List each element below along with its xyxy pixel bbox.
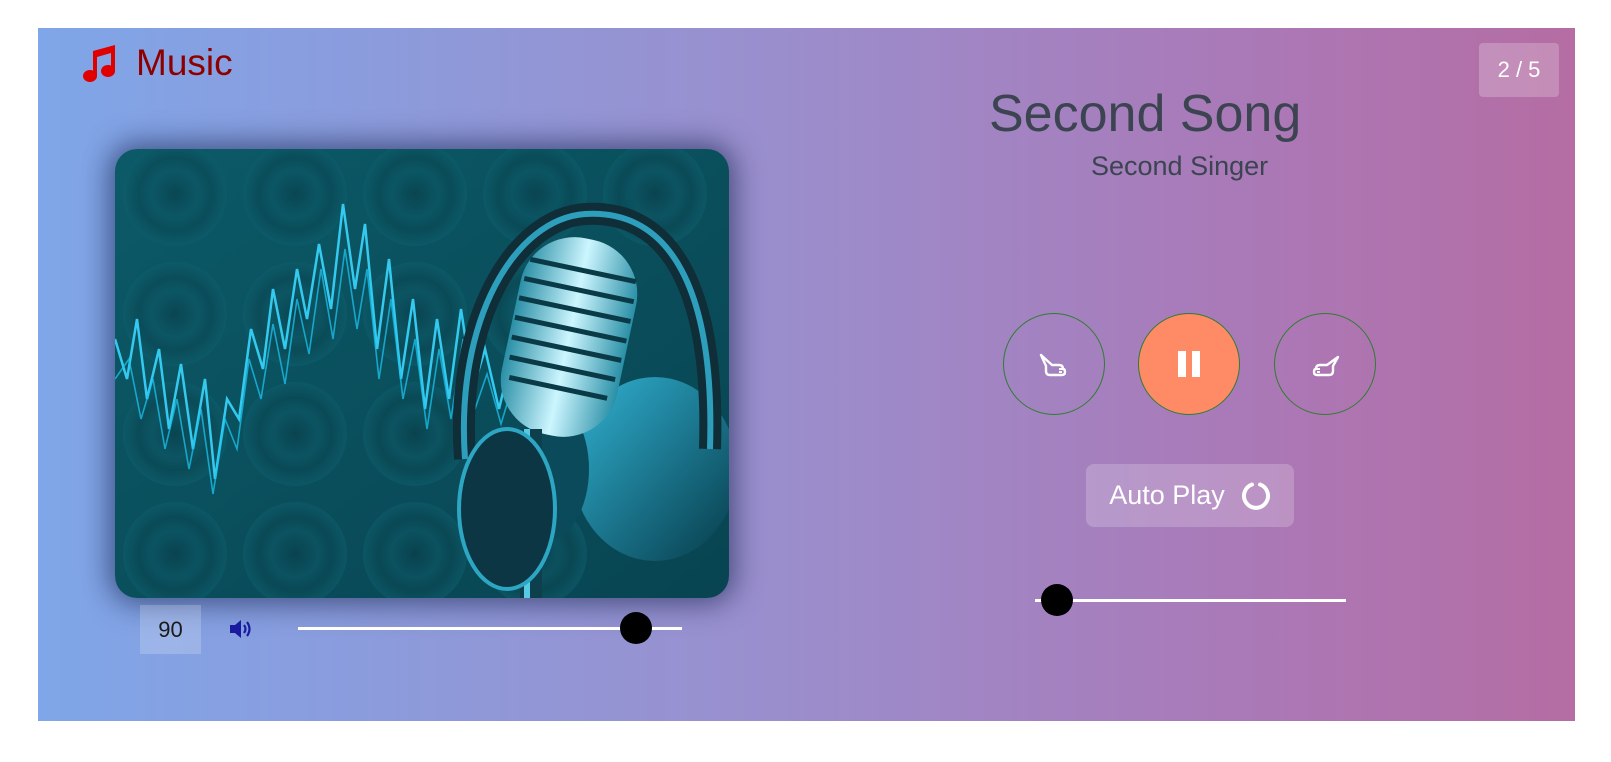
hand-point-left-icon	[1039, 353, 1067, 377]
pause-button[interactable]	[1138, 313, 1240, 415]
volume-value: 90	[140, 605, 201, 654]
volume-slider[interactable]	[298, 612, 682, 644]
progress-slider[interactable]	[1035, 584, 1346, 616]
next-button[interactable]	[1274, 313, 1376, 415]
progress-slider-thumb[interactable]	[1040, 584, 1073, 616]
song-artist: Second Singer	[1091, 151, 1269, 181]
autoplay-button[interactable]: Auto Play	[1086, 464, 1294, 527]
track-counter: 2 / 5	[1479, 43, 1559, 97]
autoplay-label: Auto Play	[1109, 480, 1225, 510]
app-header: Music	[80, 42, 233, 84]
music-note-icon	[83, 45, 116, 83]
song-title: Second Song	[989, 85, 1302, 143]
music-player: Music 2 / 5 90 Second Song Second Singer…	[38, 28, 1575, 721]
volume-slider-thumb[interactable]	[619, 612, 652, 644]
album-cover	[115, 149, 729, 598]
speaker-volume-icon[interactable]	[228, 617, 254, 641]
hand-point-right-icon	[1312, 355, 1340, 377]
circle-notch-icon	[1241, 482, 1270, 510]
previous-button[interactable]	[1003, 313, 1105, 415]
app-title: Music	[136, 42, 233, 83]
pause-icon	[1178, 351, 1200, 377]
